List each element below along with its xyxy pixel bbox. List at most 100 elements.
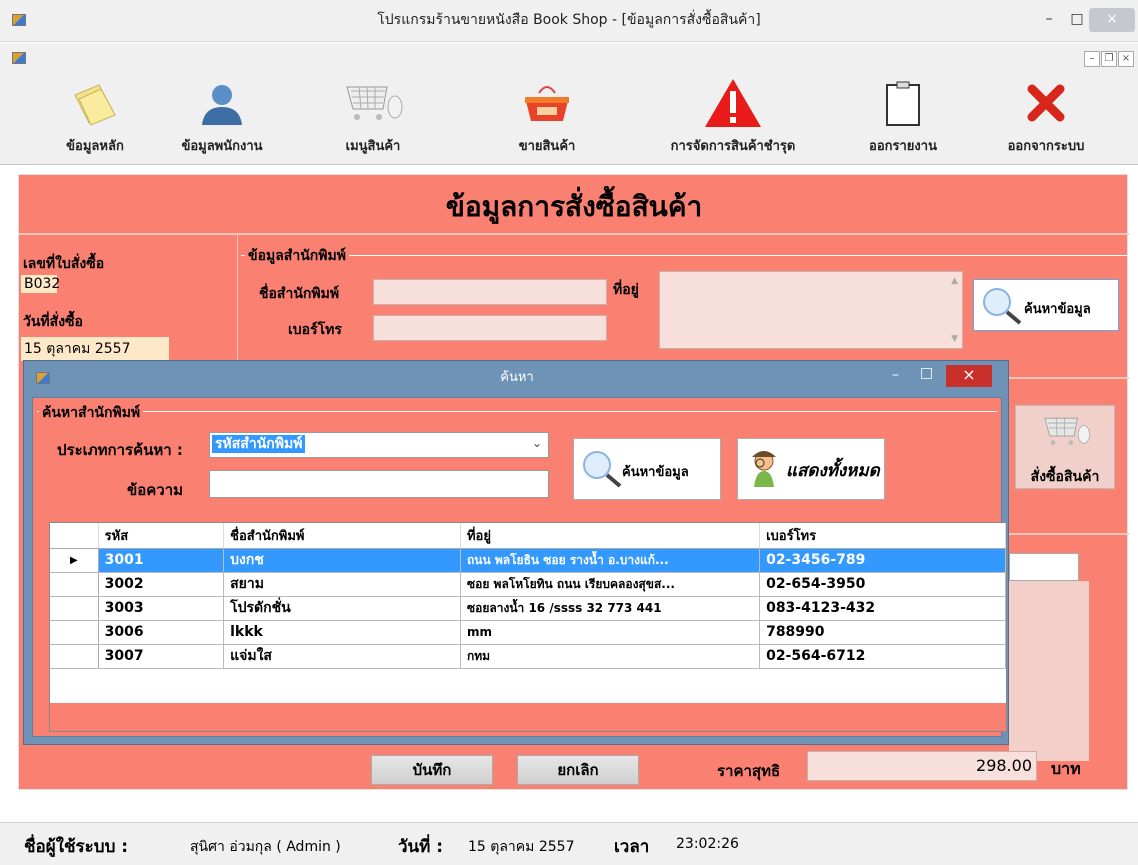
close-button[interactable]: × [1089,8,1135,32]
cell-phone[interactable]: 02-3456-789 [759,548,1006,573]
row-header[interactable] [50,596,99,621]
status-time-label: เวลา [614,837,650,857]
toolbar-label: ออกรายงาน [869,139,937,154]
show-all-label: แสดงทั้งหมด [786,461,880,481]
phone-label: เบอร์โทร [288,322,342,338]
cell-name[interactable]: โปรดักชั่น [223,596,461,621]
table-row[interactable]: 3007 แจ่มใส กทม 02-564-6712 [50,644,1006,669]
cell-phone[interactable]: 02-564-6712 [759,644,1006,669]
cell-id[interactable]: 3003 [98,596,225,621]
detective-icon [752,451,776,487]
row-header-corner [50,523,99,549]
dialog-minimize-button[interactable]: – [892,367,899,383]
maximize-button[interactable]: □ [1062,8,1092,32]
toolbar-damaged-goods[interactable]: การจัดการสินค้าชำรุด [658,73,808,165]
dialog-search-button[interactable]: ค้นหาข้อมูล [573,438,721,500]
toolbar-report[interactable]: ออกรายงาน [848,73,958,165]
row-pointer-icon[interactable]: ▶ [50,548,99,573]
order-product-button[interactable]: สั่งซื้อสินค้า [1015,405,1115,489]
table-row[interactable]: 3006 lkkk mm 788990 [50,620,1006,645]
divider [19,233,1129,235]
cell-name[interactable]: บงกช [223,548,461,573]
clipboard-icon [886,81,920,126]
mdi-minimize-button[interactable]: – [1084,51,1100,67]
table-row[interactable]: 3003 โปรดักชั่น ซอยลางน้ำ 16 /ssss 32 77… [50,596,1006,621]
dialog-close-button[interactable]: × [946,365,992,387]
phone-field[interactable] [373,315,607,341]
save-button[interactable]: บันทึก [371,755,493,785]
show-all-button[interactable]: แสดงทั้งหมด [737,438,885,500]
mdi-close-button[interactable]: × [1118,51,1134,67]
cell-id[interactable]: 3001 [98,548,225,573]
column-header-address[interactable]: ที่อยู่ [460,523,761,549]
user-icon [202,85,242,125]
cell-address[interactable]: กทม [460,644,761,669]
cell-phone[interactable]: 083-4123-432 [759,596,1006,621]
order-date-value: 15 ตุลาคม 2557 [21,337,169,361]
search-type-select[interactable]: รหัสสำนักพิมพ์ ⌄ [209,432,549,458]
address-label: ที่อยู่ [613,282,639,298]
cell-address[interactable]: ซอย พลโหโยทิน ถนน เรียบคลองสุขส... [460,572,761,597]
cancel-button[interactable]: ยกเลิก [517,755,639,785]
mdi-menu-strip: – ❐ × [0,43,1138,73]
cell-name[interactable]: แจ่มใส [223,644,461,669]
resize-grip-icon[interactable]: ⋰ [996,720,1004,729]
address-field[interactable]: ▲ ▼ [659,271,963,349]
column-header-name[interactable]: ชื่อสำนักพิมพ์ [223,523,461,549]
search-text-label: ข้อความ [127,481,184,499]
toolbar-logout[interactable]: ออกจากระบบ [986,73,1106,165]
row-header[interactable] [50,620,99,645]
cell-name[interactable]: lkkk [223,620,461,645]
publisher-group-border [241,255,1127,256]
order-date-label: วันที่สั่งซื้อ [23,314,83,330]
toolbar-label: ข้อมูลพนักงาน [181,139,263,154]
row-header[interactable] [50,572,99,597]
cell-id[interactable]: 3002 [98,572,225,597]
row-header[interactable] [50,644,99,669]
cell-id[interactable]: 3007 [98,644,225,669]
product-list-area [1009,581,1089,761]
toolbar-main-data[interactable]: ข้อมูลหลัก [40,73,150,165]
search-type-value: รหัสสำนักพิมพ์ [212,435,306,453]
grid-empty-area [50,703,1006,731]
cell-address[interactable]: ถนน พลโยธิน ซอย รางน้ำ อ.บางแก้... [460,548,761,573]
product-list-area[interactable] [1009,553,1079,581]
dialog-maximize-button[interactable]: □ [920,365,933,381]
cell-address[interactable]: mm [460,620,761,645]
table-row[interactable]: ▶ 3001 บงกช ถนน พลโยธิน ซอย รางน้ำ อ.บาง… [50,548,1006,573]
column-header-id[interactable]: รหัส [98,523,225,549]
cell-address[interactable]: ซอยลางน้ำ 16 /ssss 32 773 441 [460,596,761,621]
publisher-search-button[interactable]: ค้นหาข้อมูล [973,279,1119,331]
status-bar: ชื่อผู้ใช้ระบบ : สุนิศา อ่วมกุล ( Admin … [0,822,1138,865]
mdi-restore-button[interactable]: ❐ [1101,51,1117,67]
publisher-grid: รหัส ชื่อสำนักพิมพ์ ที่อยู่ เบอร์โทร ▶ 3… [49,522,1007,732]
currency-label: บาท [1051,759,1081,778]
cell-id[interactable]: 3006 [98,620,225,645]
divider [1009,377,1129,379]
toolbar-sell[interactable]: ขายสินค้า [492,73,602,165]
toolbar-employee[interactable]: ข้อมูลพนักงาน [162,73,282,165]
search-button-label: ค้นหาข้อมูล [1024,302,1091,317]
search-text-input[interactable] [209,470,549,498]
toolbar-product-menu[interactable]: เมนูสินค้า [318,73,428,165]
cell-phone[interactable]: 788990 [759,620,1006,645]
publisher-name-field[interactable] [373,279,607,305]
cell-name[interactable]: สยาม [223,572,461,597]
scroll-up-icon[interactable]: ▲ [951,276,958,286]
divider [1009,533,1129,535]
toolbar-label: ออกจากระบบ [1007,139,1085,154]
table-row[interactable]: 3002 สยาม ซอย พลโหโยทิน ถนน เรียบคลองสุข… [50,572,1006,597]
column-header-phone[interactable]: เบอร์โทร [759,523,1006,549]
notes-icon [74,84,116,126]
minimize-button[interactable]: – [1034,8,1064,32]
chevron-down-icon[interactable]: ⌄ [532,436,542,450]
status-time: 23:02:26 [676,836,739,852]
status-date: 15 ตุลาคม 2557 [468,839,575,855]
status-date-label: วันที่ : [398,837,444,857]
scroll-down-icon[interactable]: ▼ [951,334,958,344]
cell-phone[interactable]: 02-654-3950 [759,572,1006,597]
exit-x-icon [1027,84,1065,122]
order-button-label: สั่งซื้อสินค้า [1030,469,1100,485]
divider [237,235,238,365]
cart-icon [1044,417,1090,445]
